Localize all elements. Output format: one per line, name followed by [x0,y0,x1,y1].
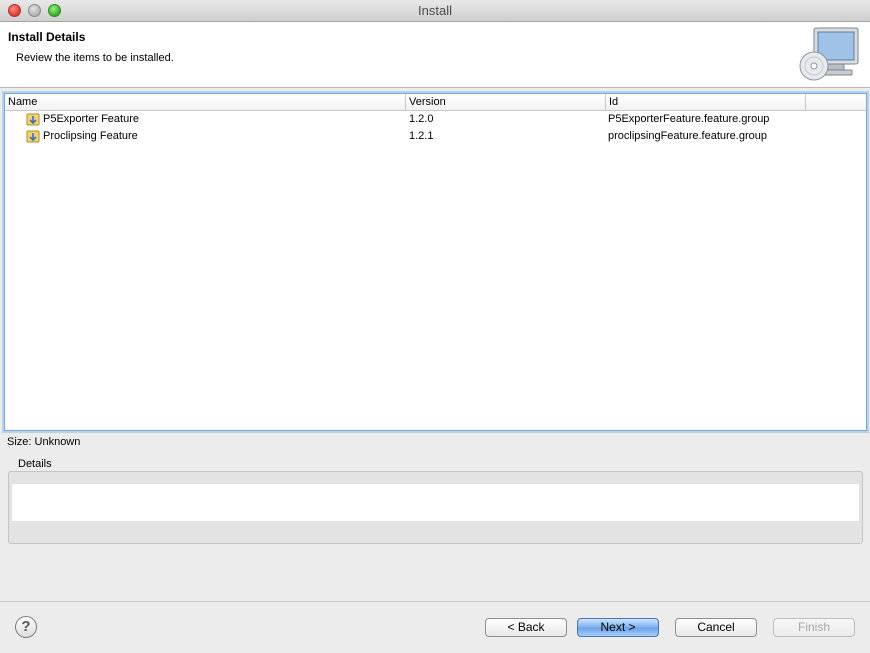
details-group-label: Details [18,458,52,470]
close-window-button[interactable] [8,4,21,17]
feature-icon [26,113,40,126]
zoom-window-button[interactable] [48,4,61,17]
column-header-id[interactable]: Id [606,94,806,110]
title-bar: Install [0,0,870,22]
help-icon[interactable]: ? [15,616,37,638]
footer-divider [0,601,870,602]
table-header: Name Version Id [5,94,866,111]
table-row[interactable]: Proclipsing Feature 1.2.1 proclipsingFea… [5,128,866,145]
table-row[interactable]: P5Exporter Feature 1.2.0 P5ExporterFeatu… [5,111,866,128]
column-header-name[interactable]: Name [5,94,406,110]
feature-version: 1.2.1 [409,130,434,142]
finish-button[interactable]: Finish [773,618,855,637]
minimize-window-button[interactable] [28,4,41,17]
window-title: Install [418,3,452,18]
details-text-area[interactable] [12,484,859,521]
size-label: Size: Unknown [7,436,81,448]
feature-id: P5ExporterFeature.feature.group [608,113,770,125]
feature-name: P5Exporter Feature [43,113,139,125]
cancel-button[interactable]: Cancel [675,618,757,637]
next-button[interactable]: Next > [577,618,659,637]
feature-icon [26,130,40,143]
wizard-banner: Install Details Review the items to be i… [0,22,870,88]
page-description: Review the items to be installed. [16,52,174,64]
install-wizard-icon [799,27,859,81]
feature-name: Proclipsing Feature [43,130,138,142]
page-title: Install Details [8,30,86,44]
details-group [8,471,863,544]
install-items-table[interactable]: Name Version Id P5Exporter Feature 1.2.0… [4,93,867,431]
column-header-version[interactable]: Version [406,94,606,110]
feature-version: 1.2.0 [409,113,434,125]
back-button[interactable]: < Back [485,618,567,637]
feature-id: proclipsingFeature.feature.group [608,130,767,142]
